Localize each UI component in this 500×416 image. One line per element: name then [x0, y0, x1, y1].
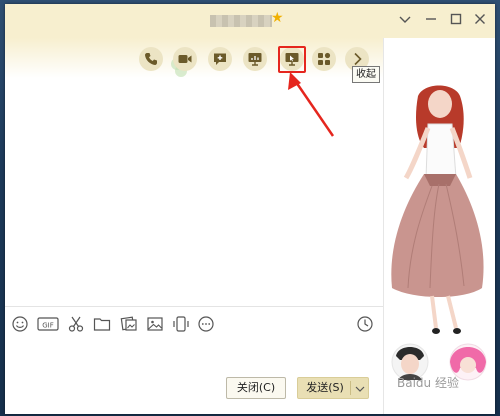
collapse-tooltip: 收起 — [352, 66, 380, 83]
emoji-icon[interactable] — [10, 314, 30, 334]
history-clock-icon[interactable] — [355, 314, 375, 334]
message-plus-icon — [214, 53, 226, 65]
send-options-chevron-icon[interactable] — [354, 382, 366, 402]
input-divider — [5, 306, 383, 307]
apps-button[interactable] — [312, 47, 336, 71]
girl-avatar-show — [391, 85, 487, 381]
more-options-icon[interactable] — [196, 314, 216, 334]
presentation-icon — [248, 53, 262, 66]
send-divider — [350, 381, 351, 395]
contact-show-panel — [383, 38, 495, 414]
minimize-icon[interactable] — [423, 12, 439, 28]
video-call-button[interactable] — [173, 47, 197, 71]
folder-icon[interactable] — [92, 314, 112, 334]
apps-grid-icon — [318, 52, 331, 65]
contact-name-blurred — [210, 15, 272, 27]
gif-icon[interactable]: GIF — [36, 314, 60, 334]
screen-share-button[interactable] — [243, 47, 267, 71]
highlight-box — [278, 46, 306, 73]
add-message-button[interactable] — [208, 47, 232, 71]
close-icon[interactable] — [472, 12, 488, 28]
scissors-icon[interactable] — [66, 314, 86, 334]
phone-icon — [145, 53, 157, 65]
phone-call-button[interactable] — [139, 47, 163, 71]
close-button[interactable]: 关闭(C) — [226, 377, 286, 399]
image-transfer-icon[interactable] — [119, 314, 139, 334]
send-button[interactable]: 发送(S) — [297, 377, 369, 399]
chevron-down-icon[interactable] — [397, 12, 413, 28]
gif-label: GIF — [42, 322, 54, 330]
title-bar[interactable]: ★ — [5, 4, 495, 38]
picture-icon[interactable] — [145, 314, 165, 334]
maximize-icon[interactable] — [448, 12, 464, 28]
shake-window-icon[interactable] — [171, 314, 191, 334]
chat-window: ★ 收起 GIF 关闭(C) 发送(S) Baidu 经验 — [5, 4, 495, 414]
star-icon: ★ — [271, 10, 284, 26]
send-label: 发送(S) — [306, 381, 344, 394]
watermark: Baidu 经验 — [397, 376, 459, 390]
video-camera-icon — [178, 55, 192, 63]
chevron-right-icon — [354, 52, 362, 66]
